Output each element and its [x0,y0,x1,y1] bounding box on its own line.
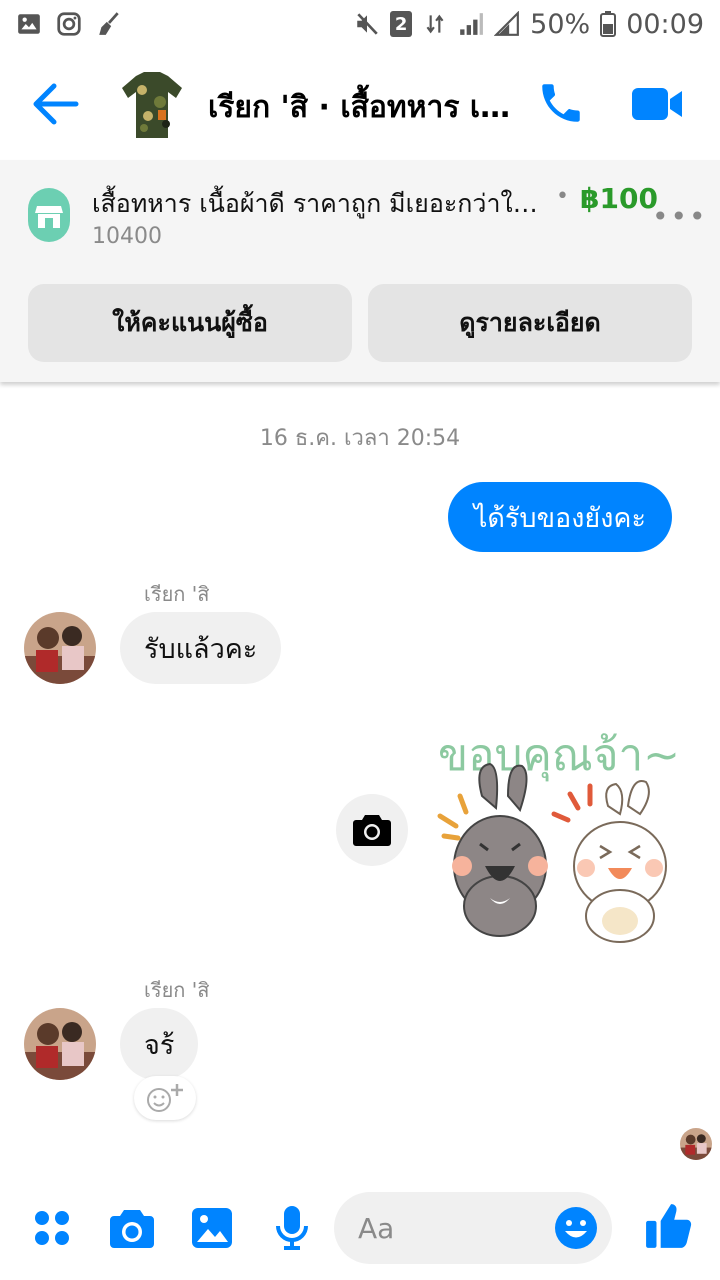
chat-title[interactable]: เรียก 'สิ · เสื้อทหาร เนื้อผ้าดี ราคาถูก [208,84,518,131]
avatar[interactable] [24,612,96,684]
apps-icon[interactable] [28,1204,76,1252]
gallery-icon[interactable] [188,1204,236,1252]
camera-icon[interactable] [108,1204,156,1252]
video-call-icon[interactable] [630,82,684,126]
seen-avatar [680,1128,712,1160]
store-icon [28,188,70,242]
separator-dot: • [556,184,569,209]
view-details-button[interactable]: ดูรายละเอียด [368,284,692,362]
sim-badge: 2 [390,11,413,37]
share-sticker-button[interactable] [336,794,408,866]
message-input[interactable]: Aa [334,1192,612,1264]
microphone-icon[interactable] [268,1204,316,1252]
message-placeholder: Aa [358,1212,395,1245]
thumbs-up-icon[interactable] [644,1200,694,1250]
clock: 00:09 [626,8,704,40]
outgoing-message[interactable]: ได้รับของยังคะ [447,482,672,552]
product-thumbnail[interactable] [114,66,190,142]
camera-icon [353,815,391,846]
incoming-message[interactable]: รับแล้วคะ [120,612,282,684]
signal-icon [460,13,484,35]
broom-icon [99,12,119,35]
thank-you-sticker[interactable]: ขอบคุณจ้า~ [430,716,680,946]
sticker-text: ขอบคุณจ้า~ [438,730,680,782]
status-bar: 2 50% 00:09 [0,0,720,48]
mute-icon [357,13,378,35]
emoji-icon[interactable] [554,1206,598,1250]
phone-icon[interactable] [536,78,586,128]
back-arrow-icon[interactable] [30,80,82,128]
incoming-message[interactable]: จร้ [120,1008,199,1080]
image-icon [18,14,40,34]
chat-header: เรียก 'สิ · เสื้อทหาร เนื้อผ้าดี ราคาถูก [0,48,720,160]
signal-icon-2 [494,11,520,36]
battery-icon [600,11,617,37]
message-composer: Aa [0,1190,720,1280]
product-card: เสื้อทหาร เนื้อผ้าดี ราคาถูก มีเยอะกว่าใ… [0,160,720,382]
message-timestamp: 16 ธ.ค. เวลา 20:54 [259,426,461,451]
data-arrows-icon [426,14,444,34]
sender-name: เรียก 'สิ [144,582,210,606]
avatar[interactable] [24,1008,96,1080]
product-price: ฿100 [580,182,658,215]
more-options-icon[interactable]: ••• [652,200,708,233]
add-reaction-button[interactable] [134,1076,196,1120]
product-location: 10400 [92,224,162,249]
battery-percent: 50% [530,8,591,40]
sender-name: เรียก 'สิ [144,978,210,1002]
rate-buyer-button[interactable]: ให้คะแนนผู้ซื้อ [28,284,352,362]
product-name[interactable]: เสื้อทหาร เนื้อผ้าดี ราคาถูก มีเยอะกว่าใ… [92,184,542,224]
instagram-icon [57,12,81,36]
add-reaction-icon [147,1084,183,1112]
